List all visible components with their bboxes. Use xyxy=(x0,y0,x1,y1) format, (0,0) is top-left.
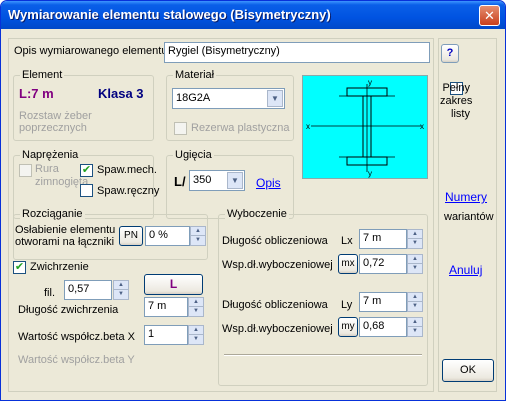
x-axis-label-right: x xyxy=(420,122,424,131)
wsp-y-label: Wsp.dł.wyboczeniowej xyxy=(222,323,333,335)
zwichrzenie-l-button[interactable]: L xyxy=(144,274,203,295)
chevron-down-icon[interactable]: ▼ xyxy=(267,90,283,107)
spaw-mech-checkbox[interactable]: ✔ xyxy=(80,164,93,177)
spin-up-icon[interactable]: ▲ xyxy=(408,293,422,302)
rozciaganie-group-title: Rozciąganie xyxy=(20,208,85,220)
naprezenia-group-title: Naprężenia xyxy=(20,149,81,161)
element-length: L:7 m xyxy=(19,86,54,101)
wsp-x-label: Wsp.dł.wyboczeniowej xyxy=(222,259,333,271)
y-axis-label-bottom: y xyxy=(368,169,372,178)
wariantow-label: wariantów xyxy=(444,211,494,223)
ugiecia-select[interactable]: 350 ▼ xyxy=(189,170,245,191)
anuluj-link[interactable]: Anuluj xyxy=(449,263,482,277)
pn-button[interactable]: PN xyxy=(119,226,143,246)
help-button[interactable]: ? xyxy=(441,44,459,63)
ugiecia-select-value: 350 xyxy=(193,174,212,186)
lx-input[interactable]: 7 m xyxy=(359,229,407,249)
spin-up-icon[interactable]: ▲ xyxy=(191,227,205,236)
lx-spinner[interactable]: ▲ ▼ xyxy=(407,229,423,249)
beta-x-input[interactable]: 1 xyxy=(144,325,188,345)
element-group-title: Element xyxy=(20,69,65,81)
spin-up-icon[interactable]: ▲ xyxy=(189,298,203,307)
section-diagram: x x y y xyxy=(302,75,428,179)
oslabienie-label: Osłabienie elementu otworami na łączniki xyxy=(15,224,116,248)
chevron-down-icon[interactable]: ▼ xyxy=(227,172,243,189)
beta-y-label: Wartość współcz.beta Y xyxy=(18,354,135,366)
mx-button[interactable]: mx xyxy=(338,254,358,274)
rozstaw-zeber-label: Rozstaw żeber poprzecznych xyxy=(19,110,92,134)
wyboczenie-group-title: Wyboczenie xyxy=(225,208,289,220)
rura-zimnogieta-checkbox[interactable] xyxy=(19,164,32,177)
close-button[interactable]: ✕ xyxy=(479,5,500,26)
numery-link[interactable]: Numery xyxy=(445,190,487,204)
spin-down-icon[interactable]: ▼ xyxy=(191,236,205,245)
opis-label: Opis wymiarowanego elementu xyxy=(14,45,168,57)
oslabienie-spinner[interactable]: ▲ ▼ xyxy=(190,226,206,246)
ok-button[interactable]: OK xyxy=(442,359,494,382)
ugiecia-group-title: Ugięcia xyxy=(173,149,214,161)
spaw-reczny-checkbox[interactable] xyxy=(80,184,93,197)
spin-up-icon[interactable]: ▲ xyxy=(408,230,422,239)
spin-down-icon[interactable]: ▼ xyxy=(189,335,203,344)
fil-spinner[interactable]: ▲ ▼ xyxy=(113,280,129,300)
my-spinner[interactable]: ▲ ▼ xyxy=(407,317,423,337)
mx-input[interactable]: 0,72 xyxy=(359,254,407,274)
spaw-mech-label: Spaw.mech. xyxy=(97,164,157,176)
fil-input[interactable]: 0,57 xyxy=(64,280,112,300)
rura-zimnogieta-label: Rura zimnogięta xyxy=(35,163,89,188)
ly-label: Ly xyxy=(341,299,353,311)
spin-up-icon[interactable]: ▲ xyxy=(408,255,422,264)
material-select-value: 18G2A xyxy=(176,92,211,104)
ly-input[interactable]: 7 m xyxy=(359,292,407,312)
ugiecia-opis-link[interactable]: Opis xyxy=(256,176,281,190)
oslabienie-input[interactable]: 0 % xyxy=(145,226,190,246)
material-group-title: Materiał xyxy=(173,69,217,81)
ugiecia-prefix: L/ xyxy=(174,174,186,189)
dlugosc-y-label: Długość obliczeniowa xyxy=(222,299,328,311)
spin-up-icon[interactable]: ▲ xyxy=(114,281,128,290)
my-button[interactable]: my xyxy=(338,317,358,337)
opis-input[interactable]: Rygiel (Bisymetryczny) xyxy=(164,42,430,63)
fil-label: fil. xyxy=(44,287,55,299)
spin-down-icon[interactable]: ▼ xyxy=(114,290,128,299)
wyboczenie-divider xyxy=(224,354,422,356)
dialog-client-area: Opis wymiarowanego elementu Rygiel (Bisy… xyxy=(5,30,501,398)
klasa-label: Klasa 3 xyxy=(98,86,144,101)
ly-spinner[interactable]: ▲ ▼ xyxy=(407,292,423,312)
beta-x-label: Wartość współcz.beta X xyxy=(18,331,135,343)
lx-label: Lx xyxy=(341,235,353,247)
spin-down-icon[interactable]: ▼ xyxy=(408,327,422,336)
x-axis-label-left: x xyxy=(306,122,310,131)
spin-up-icon[interactable]: ▲ xyxy=(189,326,203,335)
dlugosc-zwichrzenia-input[interactable]: 7 m xyxy=(144,297,188,317)
i-beam-icon: x x y y xyxy=(306,78,424,178)
spin-down-icon[interactable]: ▼ xyxy=(408,239,422,248)
spin-up-icon[interactable]: ▲ xyxy=(408,318,422,327)
dlugosc-x-label: Długość obliczeniowa xyxy=(222,235,328,247)
pelny-label: Pełny zakres listy xyxy=(440,82,473,120)
dlugosc-zwichrzenia-spinner[interactable]: ▲ ▼ xyxy=(188,297,204,317)
my-input[interactable]: 0,68 xyxy=(359,317,407,337)
zwichrzenie-checkbox[interactable]: ✔ xyxy=(13,261,26,274)
window-title: Wymiarowanie elementu stalowego (Bisymet… xyxy=(8,7,331,22)
material-select[interactable]: 18G2A ▼ xyxy=(172,88,285,109)
dialog-window: Wymiarowanie elementu stalowego (Bisymet… xyxy=(0,0,506,401)
rezerwa-plastyczna-label: Rezerwa plastyczna xyxy=(191,122,290,134)
rezerwa-plastyczna-checkbox[interactable] xyxy=(174,122,187,135)
spin-down-icon[interactable]: ▼ xyxy=(408,264,422,273)
title-bar[interactable]: Wymiarowanie elementu stalowego (Bisymet… xyxy=(1,1,505,29)
spin-down-icon[interactable]: ▼ xyxy=(408,302,422,311)
zwichrzenie-label: Zwichrzenie xyxy=(30,261,89,273)
spin-down-icon[interactable]: ▼ xyxy=(189,307,203,316)
mx-spinner[interactable]: ▲ ▼ xyxy=(407,254,423,274)
beta-x-spinner[interactable]: ▲ ▼ xyxy=(188,325,204,345)
spaw-reczny-label: Spaw.ręczny xyxy=(97,185,160,197)
y-axis-label-top: y xyxy=(368,78,372,87)
dlugosc-zwichrzenia-label: Długość zwichrzenia xyxy=(18,304,119,316)
